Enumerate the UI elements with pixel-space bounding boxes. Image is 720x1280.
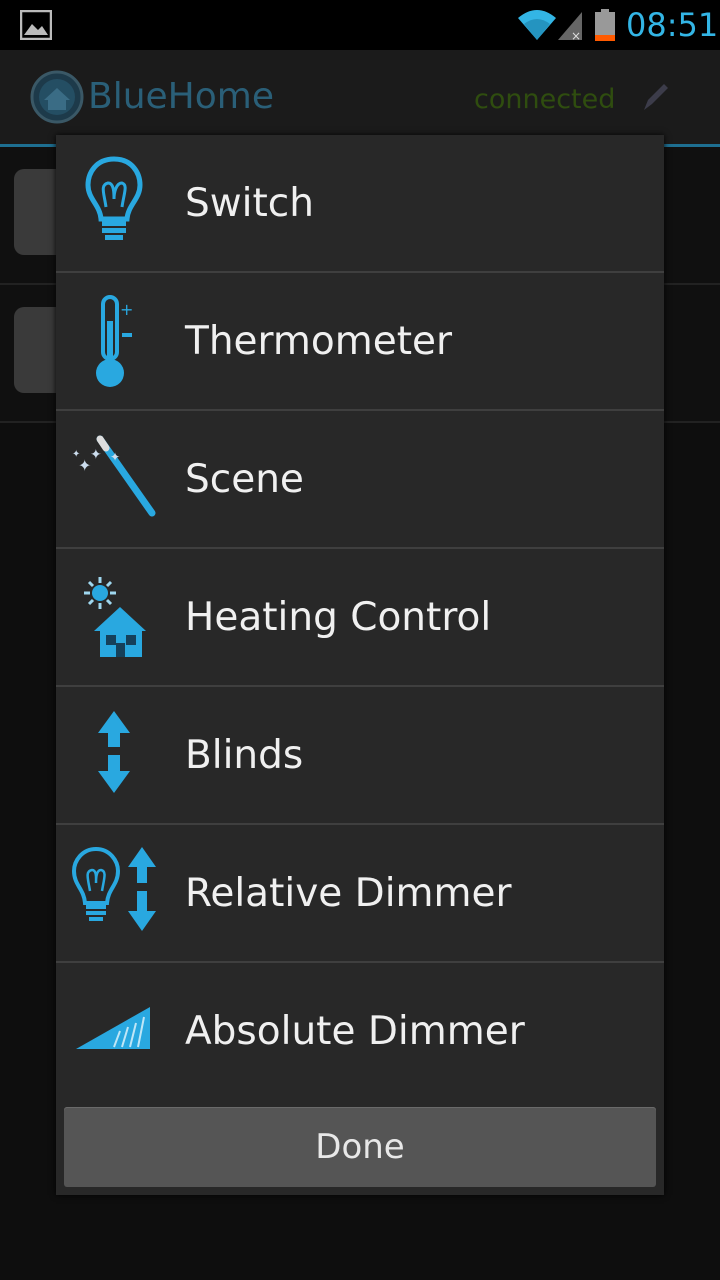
bulb-arrows-icon xyxy=(71,846,156,931)
action-bar: BlueHome connected xyxy=(0,50,720,147)
menu-item-label: Switch xyxy=(185,181,314,226)
connection-status: connected xyxy=(474,84,616,115)
svg-text:✦: ✦ xyxy=(90,447,102,463)
sun-house-icon xyxy=(84,577,146,657)
menu-item-label: Heating Control xyxy=(185,595,492,640)
menu-item-absolute-dimmer[interactable]: Absolute Dimmer xyxy=(56,963,664,1099)
menu-item-heating-control[interactable]: Heating Control xyxy=(56,549,664,687)
done-button[interactable]: Done xyxy=(64,1107,656,1187)
menu-item-label: Absolute Dimmer xyxy=(185,1009,525,1054)
menu-item-relative-dimmer[interactable]: Relative Dimmer xyxy=(56,825,664,963)
svg-text:✦: ✦ xyxy=(110,450,120,464)
dimmer-ramp-icon xyxy=(76,1007,150,1049)
svg-text:×: × xyxy=(571,29,581,42)
menu-item-scene[interactable]: ✦ ✦ ✦ ✦ Scene xyxy=(56,411,664,549)
menu-item-blinds[interactable]: Blinds xyxy=(56,687,664,825)
magic-wand-icon: ✦ ✦ ✦ ✦ xyxy=(72,435,156,517)
dialog-button-bar: Done xyxy=(56,1101,664,1195)
edit-pen-icon[interactable] xyxy=(638,80,672,114)
light-bulb-icon xyxy=(85,156,143,240)
app-title: BlueHome xyxy=(88,76,274,117)
wifi-icon xyxy=(518,10,556,40)
signal-icon: × xyxy=(558,12,582,42)
thermometer-icon: + xyxy=(96,295,133,387)
menu-item-label: Thermometer xyxy=(185,319,453,364)
gallery-icon xyxy=(20,10,52,40)
svg-text:✦: ✦ xyxy=(72,449,80,460)
app-logo[interactable] xyxy=(30,70,84,124)
up-down-arrows-icon xyxy=(98,711,130,793)
menu-item-switch[interactable]: Switch xyxy=(56,135,664,273)
menu-item-label: Relative Dimmer xyxy=(185,871,512,916)
clock: 08:51 xyxy=(626,6,719,44)
svg-text:+: + xyxy=(120,300,133,319)
status-bar: × 08:51 xyxy=(0,0,720,50)
menu-item-label: Scene xyxy=(185,457,304,502)
battery-icon xyxy=(595,9,615,41)
add-device-dialog: Switch + Thermometer ✦ ✦ ✦ ✦ Scene Heati… xyxy=(56,135,664,1195)
menu-item-thermometer[interactable]: + Thermometer xyxy=(56,273,664,411)
menu-item-label: Blinds xyxy=(185,733,304,778)
